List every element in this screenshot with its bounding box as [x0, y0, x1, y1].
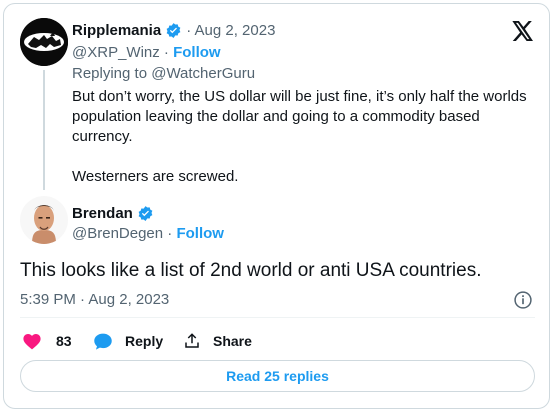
- reply-tweet-text: This looks like a list of 2nd world or a…: [20, 260, 482, 281]
- thread-connector-line: [43, 70, 45, 190]
- reply-handle[interactable]: @BrenDegen: [72, 225, 163, 242]
- quoted-follow-link[interactable]: Follow: [173, 44, 221, 61]
- text-spacer: [72, 147, 542, 167]
- like-count: 83: [56, 333, 72, 349]
- quoted-tweet-text: But don’t worry, the US dollar will be j…: [72, 87, 542, 187]
- share-button[interactable]: Share: [183, 331, 252, 351]
- share-icon: [185, 333, 199, 348]
- read-replies-button[interactable]: Read 25 replies: [20, 360, 535, 392]
- reply-header: Brendan: [72, 202, 154, 224]
- heart-icon: [23, 334, 41, 350]
- quoted-display-name[interactable]: Ripplemania: [72, 22, 161, 39]
- reply-follow-link[interactable]: Follow: [176, 225, 224, 242]
- reply-timestamp[interactable]: 5:39 PM · Aug 2, 2023: [20, 290, 169, 310]
- replying-to-handle[interactable]: @WatcherGuru: [151, 65, 255, 82]
- verified-badge-icon: [165, 22, 182, 39]
- quoted-handle-row: @XRP_Winz · Follow: [72, 42, 221, 62]
- quoted-text-line: Westerners are screwed.: [72, 168, 239, 185]
- quoted-handle[interactable]: @XRP_Winz: [72, 44, 160, 61]
- quoted-header: Ripplemania · Aug 2, 2023: [72, 19, 275, 41]
- replying-to-prefix: Replying to: [72, 64, 152, 82]
- speech-bubble-icon: [94, 333, 112, 350]
- brendan-avatar[interactable]: [20, 196, 68, 244]
- reply-button[interactable]: Reply: [93, 331, 163, 351]
- reply-display-name[interactable]: Brendan: [72, 205, 133, 222]
- verified-badge-icon: [137, 205, 154, 222]
- reply-label: Reply: [125, 333, 164, 349]
- x-logo-icon[interactable]: [512, 21, 534, 41]
- handle-separator: ·: [163, 224, 177, 242]
- bull-bear-logo-icon: [20, 18, 68, 66]
- quoted-date[interactable]: · Aug 2, 2023: [186, 22, 275, 39]
- like-button[interactable]: 83: [22, 331, 72, 351]
- quoted-text-line: population leaving the dollar and going …: [72, 108, 480, 125]
- handle-separator: ·: [159, 43, 174, 61]
- quoted-text-line: currency.: [72, 128, 133, 145]
- actions-divider: [20, 317, 535, 318]
- portrait-illustration-icon: [20, 196, 68, 244]
- quoted-text-line: But don’t worry, the US dollar will be j…: [72, 88, 527, 105]
- replying-to-row: Replying to @WatcherGuru: [72, 63, 255, 83]
- info-icon[interactable]: [513, 290, 533, 310]
- ripplemania-avatar[interactable]: [20, 18, 68, 66]
- reply-handle-row: @BrenDegen · Follow: [72, 223, 224, 243]
- share-label: Share: [213, 333, 252, 349]
